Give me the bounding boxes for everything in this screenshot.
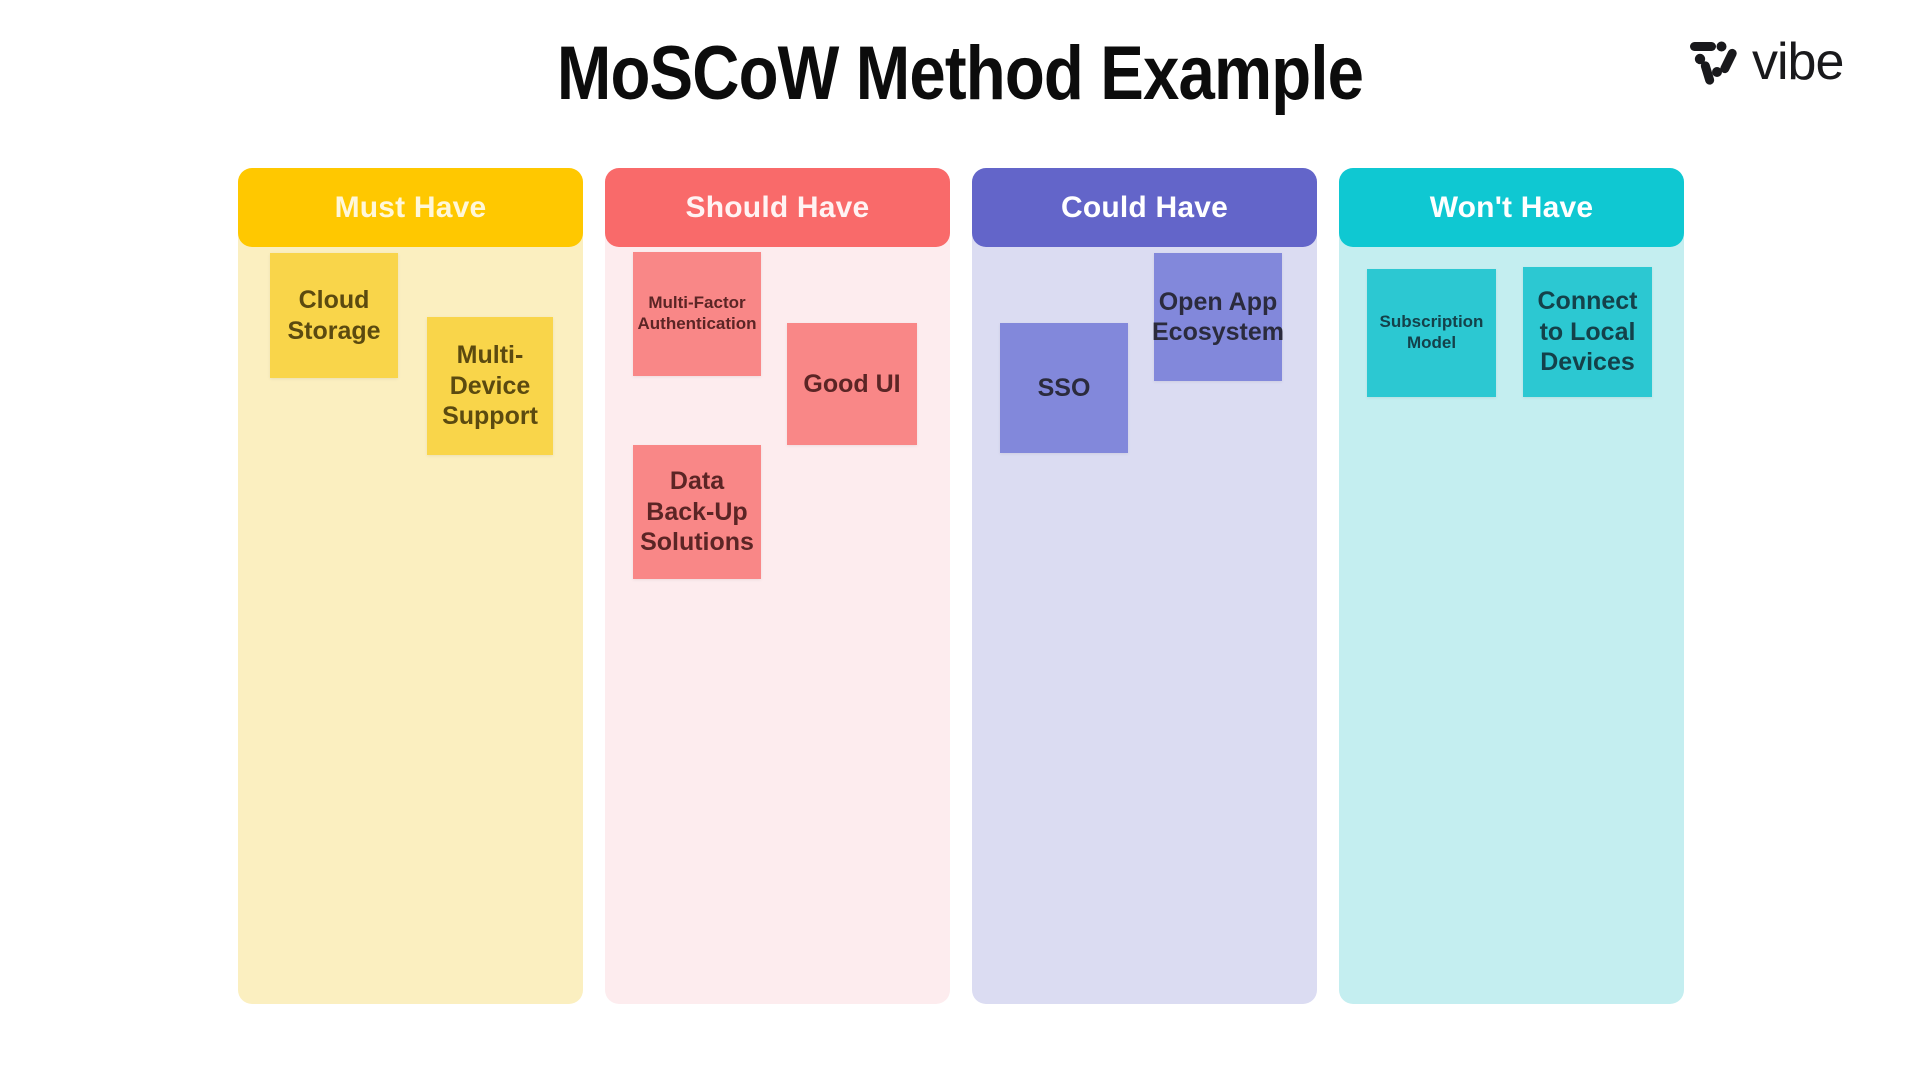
brand-logo-text: vibe xyxy=(1752,33,1844,91)
column-body-should: Multi-Factor Authentication Good UI Data B… xyxy=(605,212,950,1004)
column-header-label: Should Have xyxy=(685,190,870,224)
page-title: MoSCoW Method Example xyxy=(556,31,1364,116)
sticky-note[interactable]: Connect to Local Devices xyxy=(1523,267,1652,397)
note-area-could: Open App Ecosystem SSO xyxy=(972,247,1317,1004)
column-header-could[interactable]: Could Have xyxy=(972,168,1317,247)
note-area-wont: Subscription Model Connect to Local Devic… xyxy=(1339,247,1684,1004)
sticky-note[interactable]: Open App Ecosystem xyxy=(1152,253,1284,381)
column-body-must: Cloud Storage Multi-Device Support xyxy=(238,212,583,1004)
note-area-should: Multi-Factor Authentication Good UI Data B… xyxy=(605,247,950,1004)
column-wont: Subscription Model Connect to Local Devic… xyxy=(1339,168,1684,1004)
sticky-note[interactable]: Cloud Storage xyxy=(270,253,398,378)
column-header-wont[interactable]: Won't Have xyxy=(1339,168,1684,247)
column-header-should[interactable]: Should Have xyxy=(605,168,950,247)
column-header-label: Must Have xyxy=(334,190,487,224)
sticky-note[interactable]: Data Back-Up Solutions xyxy=(633,445,761,579)
column-should: Multi-Factor Authentication Good UI Data B… xyxy=(605,168,950,1004)
moscow-board: Cloud Storage Multi-Device Support Must Ha… xyxy=(238,168,1684,1004)
column-body-wont: Subscription Model Connect to Local Devic… xyxy=(1339,212,1684,1004)
note-area-must: Cloud Storage Multi-Device Support xyxy=(238,247,583,1004)
sticky-note[interactable]: Subscription Model xyxy=(1367,269,1496,397)
column-header-must[interactable]: Must Have xyxy=(238,168,583,247)
column-header-label: Could Have xyxy=(1060,190,1229,224)
sticky-note[interactable]: SSO xyxy=(1000,323,1128,453)
slide-canvas: MoSCoW Method Example vibe Cloud Storage… xyxy=(0,0,1920,1080)
column-body-could: Open App Ecosystem SSO xyxy=(972,212,1317,1004)
column-must: Cloud Storage Multi-Device Support Must Ha… xyxy=(238,168,583,1004)
column-header-label: Won't Have xyxy=(1429,190,1594,224)
vibe-logo-mark xyxy=(1690,41,1737,85)
sticky-note[interactable]: Multi-Factor Authentication xyxy=(633,252,761,376)
sticky-note[interactable]: Multi-Device Support xyxy=(427,317,553,455)
sticky-note[interactable]: Good UI xyxy=(787,323,917,445)
brand-logo: vibe xyxy=(1688,33,1844,91)
column-could: Open App Ecosystem SSO Could Have xyxy=(972,168,1317,1004)
